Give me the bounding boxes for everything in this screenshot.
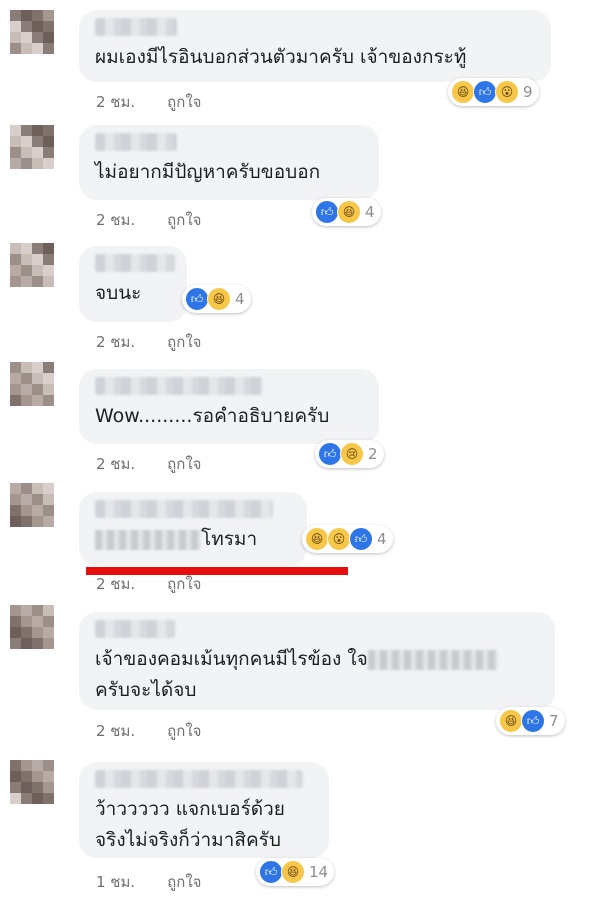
like-link[interactable]: ถูกใจ [167,873,201,891]
commenter-name-blurred[interactable] [95,133,177,151]
comment-text-line: จริงไม่จริงก็ว่ามาสิครับ [95,829,281,851]
comment-meta: 2 ชม. ถูกใจ [96,719,201,743]
avatar[interactable] [10,10,54,54]
commenter-name-blurred[interactable] [95,254,175,272]
reaction-count: 2 [368,445,378,463]
reaction-count: 4 [377,530,387,548]
reaction-summary[interactable]: 😆︎ 😮︎ 👍︎ 4 [302,525,393,553]
timestamp[interactable]: 1 ชม. [96,873,135,891]
reaction-count: 14 [309,863,329,881]
like-reaction-icon: 👍︎ [185,287,209,311]
comment-text-tail: โทรมา [201,528,258,550]
avatar[interactable] [10,243,54,287]
wow-reaction-icon: 😮︎ [495,80,519,104]
reaction-summary[interactable]: 👍︎ 😆︎ 14 [256,858,335,886]
haha-reaction-icon: 😆︎ [451,80,475,104]
comment-text: โทรมา [95,524,293,555]
haha-reaction-icon: 😆︎ [305,527,329,551]
comment-bubble: จบนะ [79,246,187,322]
reaction-summary[interactable]: 😆︎ 👍︎ 7 [496,707,565,735]
avatar[interactable] [10,760,54,804]
sad-reaction-icon: 😢︎ [340,442,364,466]
phone-number-blurred [95,529,201,550]
reaction-summary[interactable]: 😆︎ 👍︎ 😮︎ 9 [448,78,539,106]
commenter-name-blurred[interactable] [95,377,263,395]
comment-text-line: ว้าววววว แจกเบอร์ด้วย [95,798,285,820]
like-link[interactable]: ถูกใจ [167,722,201,740]
like-link[interactable]: ถูกใจ [167,575,201,593]
reaction-count: 7 [549,712,559,730]
timestamp[interactable]: 2 ชม. [96,333,135,351]
like-reaction-icon: 👍︎ [521,709,545,733]
timestamp[interactable]: 2 ชม. [96,93,135,111]
reaction-count: 9 [523,83,533,101]
timestamp[interactable]: 2 ชม. [96,455,135,473]
like-link[interactable]: ถูกใจ [167,211,201,229]
commenter-name-blurred[interactable] [95,500,273,518]
reaction-count: 4 [365,203,375,221]
comment-bubble: Wow.........รอคำอธิบายครับ [79,369,379,444]
comment-text: เจ้าของคอมเม้นทุกคนมีไรข้อง ใจ [95,644,541,675]
comment-bubble: ไม่อยากมีปัญหาครับขอบอก [79,125,379,200]
reaction-count: 4 [235,290,245,308]
timestamp[interactable]: 2 ชม. [96,575,135,593]
timestamp[interactable]: 2 ชม. [96,722,135,740]
haha-reaction-icon: 😆︎ [207,287,231,311]
comment-meta: 2 ชม. ถูกใจ [96,572,201,596]
comment-meta: 1 ชม. ถูกใจ [96,870,201,894]
reaction-summary[interactable]: 👍︎ 😢︎ 2 [315,440,384,468]
like-reaction-icon: 👍︎ [349,527,373,551]
comment-meta: 2 ชม. ถูกใจ [96,330,201,354]
haha-reaction-icon: 😆︎ [281,860,305,884]
haha-reaction-icon: 😆︎ [337,200,361,224]
comment-bubble: ว้าววววว แจกเบอร์ด้วย จริงไม่จริงก็ว่ามา… [79,762,329,858]
like-link[interactable]: ถูกใจ [167,93,201,111]
avatar[interactable] [10,483,54,527]
comment-text: Wow.........รอคำอธิบายครับ [95,405,330,427]
comment-text: ผมเองมีไรอินบอกส่วนตัวมาครับ เจ้าของกระท… [95,46,467,68]
avatar[interactable] [10,125,54,169]
reaction-summary[interactable]: 👍︎ 😆︎ 4 [312,198,381,226]
comment-meta: 2 ชม. ถูกใจ [96,208,201,232]
phone-number-blurred [367,649,498,670]
red-underline-annotation [86,567,348,575]
commenter-name-blurred[interactable] [95,18,177,36]
like-reaction-icon: 👍︎ [259,860,283,884]
comment-bubble: ผมเองมีไรอินบอกส่วนตัวมาครับ เจ้าของกระท… [79,10,551,82]
haha-reaction-icon: 😆︎ [499,709,523,733]
reaction-summary[interactable]: 👍︎ 😆︎ 4 [182,285,251,313]
commenter-name-blurred[interactable] [95,620,175,638]
comment-bubble: เจ้าของคอมเม้นทุกคนมีไรข้อง ใจ ครับจะได้… [79,612,555,710]
comment-text-line: เจ้าของคอมเม้นทุกคนมีไรข้อง ใจ [95,648,368,670]
like-reaction-icon: 👍︎ [318,442,342,466]
like-link[interactable]: ถูกใจ [167,333,201,351]
comment-thread: ผมเองมีไรอินบอกส่วนตัวมาครับ เจ้าของกระท… [0,0,600,911]
comment-text: ไม่อยากมีปัญหาครับขอบอก [95,161,321,183]
like-link[interactable]: ถูกใจ [167,455,201,473]
wow-reaction-icon: 😮︎ [327,527,351,551]
comment-bubble: โทรมา [79,492,307,566]
timestamp[interactable]: 2 ชม. [96,211,135,229]
like-reaction-icon: 👍︎ [473,80,497,104]
comment-meta: 2 ชม. ถูกใจ [96,452,201,476]
avatar[interactable] [10,605,54,649]
comment-meta: 2 ชม. ถูกใจ [96,90,201,114]
comment-text-line: ครับจะได้จบ [95,679,197,701]
like-reaction-icon: 👍︎ [315,200,339,224]
comment-text: จบนะ [95,282,142,304]
avatar[interactable] [10,362,54,406]
commenter-name-blurred[interactable] [95,770,303,788]
